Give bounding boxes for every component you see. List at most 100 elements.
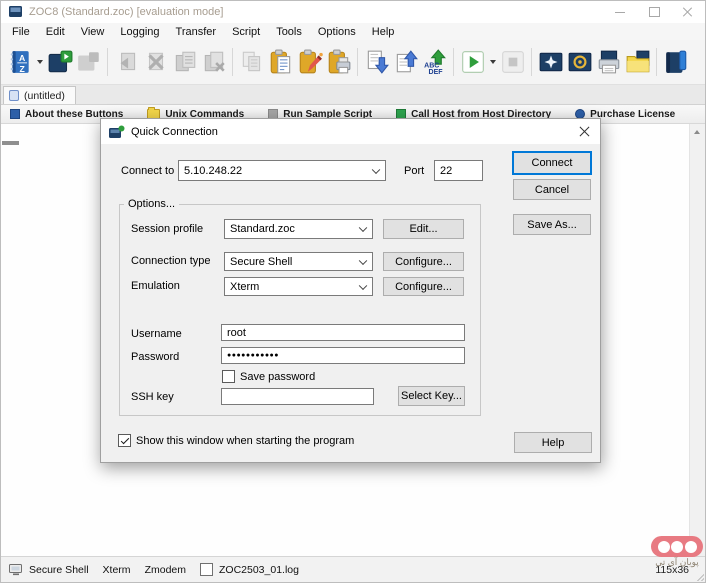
chevron-down-icon bbox=[359, 281, 367, 289]
menu-script[interactable]: Script bbox=[224, 25, 268, 39]
clipboard-view-button[interactable] bbox=[266, 45, 295, 79]
close-icon bbox=[683, 7, 693, 17]
menu-view[interactable]: View bbox=[73, 25, 113, 39]
password-masked-value: ●●●●●●●●●●● bbox=[227, 352, 279, 359]
ssh-key-input[interactable] bbox=[221, 388, 374, 405]
statusbar-transfer-label: Zmodem bbox=[145, 564, 186, 576]
window-title: ZOC8 (Standard.zoc) [evaluation mode] bbox=[29, 6, 223, 18]
blue-square-icon bbox=[10, 109, 20, 119]
close-button[interactable] bbox=[671, 1, 705, 23]
host-directory-book-button[interactable]: A Z bbox=[5, 45, 34, 79]
send-text-button[interactable]: ABC DEF bbox=[420, 45, 449, 79]
toolbar-separator bbox=[232, 48, 233, 76]
receive-file-button[interactable] bbox=[112, 45, 141, 79]
configure-emulation-button[interactable]: Configure... bbox=[383, 277, 464, 296]
chevron-down-icon bbox=[490, 60, 496, 64]
dialog-title: Quick Connection bbox=[131, 126, 218, 138]
edit-button-label: Edit... bbox=[409, 223, 437, 235]
vertical-scrollbar[interactable] bbox=[689, 124, 705, 556]
toolbar-separator bbox=[107, 48, 108, 76]
chevron-down-icon bbox=[359, 256, 367, 264]
username-input[interactable]: root bbox=[221, 324, 465, 341]
connect-button-label: Connect bbox=[532, 157, 573, 169]
connect-to-value: 5.10.248.22 bbox=[184, 165, 242, 177]
print-screen-button[interactable] bbox=[594, 45, 623, 79]
stop-script-button[interactable] bbox=[498, 45, 527, 79]
run-script-button[interactable] bbox=[458, 45, 487, 79]
ssh-key-label: SSH key bbox=[131, 391, 174, 403]
disconnect-button[interactable] bbox=[74, 45, 103, 79]
show-window-checkbox[interactable] bbox=[118, 434, 131, 447]
maximize-icon bbox=[649, 7, 660, 17]
connect-button[interactable]: Connect bbox=[512, 151, 592, 175]
emulation-label: Emulation bbox=[131, 280, 180, 292]
menu-help[interactable]: Help bbox=[364, 25, 403, 39]
emulation-combobox[interactable]: Xterm bbox=[224, 277, 373, 296]
capture-icon bbox=[567, 49, 593, 75]
host-directory-dropdown[interactable] bbox=[34, 45, 45, 79]
svg-text:Z: Z bbox=[19, 64, 25, 74]
port-value: 22 bbox=[440, 165, 452, 177]
svg-text:DEF: DEF bbox=[428, 69, 443, 75]
address-book-button[interactable] bbox=[661, 45, 690, 79]
send-file-button[interactable] bbox=[170, 45, 199, 79]
clipboard-edit-button[interactable] bbox=[295, 45, 324, 79]
maximize-button[interactable] bbox=[637, 1, 671, 23]
cancel-button[interactable]: Cancel bbox=[513, 179, 591, 200]
configure-connection-button[interactable]: Configure... bbox=[383, 252, 464, 271]
statusbar-log-toggle[interactable]: ZOC2503_01.log bbox=[200, 563, 299, 576]
menu-edit[interactable]: Edit bbox=[38, 25, 73, 39]
session-profile-value: Standard.zoc bbox=[230, 223, 295, 235]
open-folder-icon bbox=[625, 49, 651, 75]
statusbar-emulation[interactable]: Xterm bbox=[103, 564, 131, 576]
quick-connection-button[interactable] bbox=[45, 45, 74, 79]
download-button[interactable] bbox=[362, 45, 391, 79]
upload-button[interactable] bbox=[391, 45, 420, 79]
password-label: Password bbox=[131, 351, 179, 363]
dialog-close-icon[interactable] bbox=[577, 124, 592, 139]
cancel-transfer-button[interactable] bbox=[141, 45, 170, 79]
edit-button[interactable]: Edit... bbox=[383, 219, 464, 239]
status-bar: Secure Shell Xterm Zmodem ZOC2503_01.log… bbox=[1, 556, 705, 582]
menu-transfer[interactable]: Transfer bbox=[168, 25, 225, 39]
password-input[interactable]: ●●●●●●●●●●● bbox=[221, 347, 465, 364]
cancel-transfer-icon bbox=[143, 49, 169, 75]
menu-options[interactable]: Options bbox=[310, 25, 364, 39]
delete-file-button[interactable] bbox=[199, 45, 228, 79]
send-file-icon bbox=[172, 49, 198, 75]
cancel-button-label: Cancel bbox=[535, 184, 569, 196]
toolbar-separator bbox=[357, 48, 358, 76]
save-as-button[interactable]: Save As... bbox=[513, 214, 591, 235]
menu-logging[interactable]: Logging bbox=[112, 25, 167, 39]
connect-to-label: Connect to bbox=[121, 165, 174, 177]
statusbar-connection-type[interactable]: Secure Shell bbox=[9, 564, 89, 576]
copy-button[interactable] bbox=[237, 45, 266, 79]
port-label: Port bbox=[404, 165, 424, 177]
select-key-button[interactable]: Select Key... bbox=[398, 386, 465, 406]
resize-grip[interactable] bbox=[694, 571, 704, 581]
port-input[interactable]: 22 bbox=[434, 160, 483, 181]
capture-button[interactable] bbox=[565, 45, 594, 79]
menu-tools[interactable]: Tools bbox=[268, 25, 310, 39]
disconnect-icon bbox=[76, 49, 102, 75]
toolbar-separator bbox=[453, 48, 454, 76]
statusbar-emulation-label: Xterm bbox=[103, 564, 131, 576]
statusbar-transfer-protocol[interactable]: Zmodem bbox=[145, 564, 186, 576]
menu-file[interactable]: File bbox=[4, 25, 38, 39]
copy-icon bbox=[239, 49, 265, 75]
log-checkbox[interactable] bbox=[200, 563, 213, 576]
connection-type-combobox[interactable]: Secure Shell bbox=[224, 252, 373, 271]
save-password-checkbox[interactable] bbox=[222, 370, 235, 383]
watermark-text: پویان آی تی bbox=[647, 557, 706, 568]
minimize-button[interactable] bbox=[603, 1, 637, 23]
clipboard-print-button[interactable] bbox=[324, 45, 353, 79]
help-button[interactable]: Help bbox=[514, 432, 592, 453]
tab-untitled[interactable]: (untitled) bbox=[3, 86, 76, 104]
open-folder-button[interactable] bbox=[623, 45, 652, 79]
title-bar: ZOC8 (Standard.zoc) [evaluation mode] bbox=[1, 1, 705, 23]
connect-to-combobox[interactable]: 5.10.248.22 bbox=[178, 160, 386, 181]
session-profile-combobox[interactable]: Standard.zoc bbox=[224, 219, 373, 239]
emulation-value: Xterm bbox=[230, 281, 259, 293]
fullscreen-button[interactable] bbox=[536, 45, 565, 79]
run-script-dropdown[interactable] bbox=[487, 45, 498, 79]
